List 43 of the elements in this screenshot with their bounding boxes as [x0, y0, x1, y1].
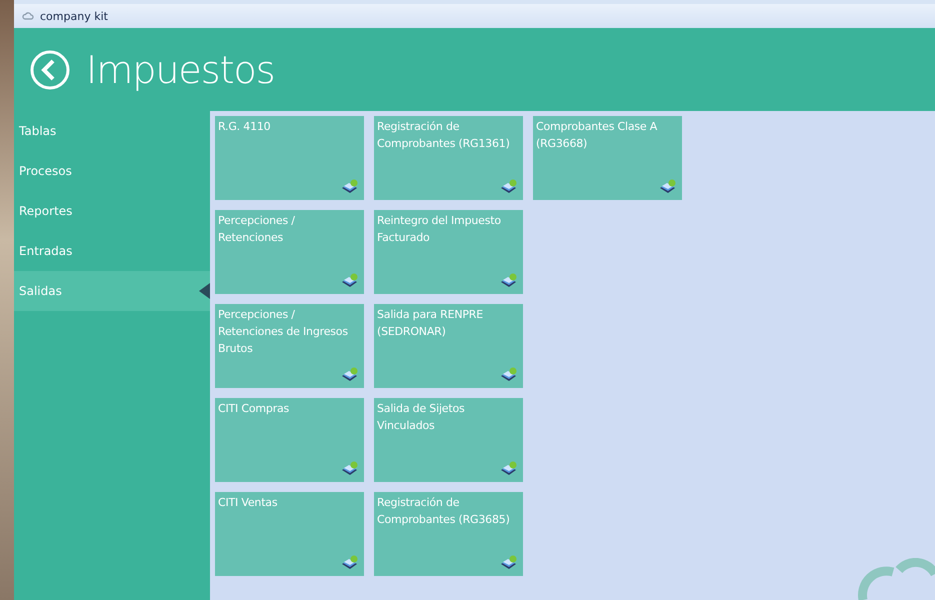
- tile-label: Reintegro del Impuesto Facturado: [377, 213, 502, 246]
- stack-icon: [341, 367, 359, 383]
- menu-tile[interactable]: Salida de Sijetos Vinculados: [374, 398, 523, 482]
- menu-tile[interactable]: Comprobantes Clase A (RG3668): [533, 116, 682, 200]
- menu-tile[interactable]: Registración de Comprobantes (RG1361): [374, 116, 523, 200]
- sidebar-item[interactable]: Entradas: [14, 231, 210, 271]
- menu-tile[interactable]: Registración de Comprobantes (RG3685): [374, 492, 523, 576]
- tile-label: CITI Ventas: [218, 495, 278, 511]
- stack-icon: [659, 179, 677, 195]
- stack-icon: [500, 461, 518, 477]
- stack-icon: [500, 367, 518, 383]
- sidebar-item[interactable]: Tablas: [14, 111, 210, 151]
- tile-label: Salida para RENPRE (SEDRONAR): [377, 307, 484, 340]
- tile-label: R.G. 4110: [218, 119, 272, 135]
- stack-icon: [341, 179, 359, 195]
- stack-icon: [341, 461, 359, 477]
- menu-tile[interactable]: CITI Compras: [215, 398, 364, 482]
- cloud-logo-icon: [855, 558, 935, 600]
- sidebar-item[interactable]: Salidas: [14, 271, 210, 311]
- sidebar-item[interactable]: Procesos: [14, 151, 210, 191]
- menu-tile[interactable]: Salida para RENPRE (SEDRONAR): [374, 304, 523, 388]
- stack-icon: [341, 273, 359, 289]
- menu-tile[interactable]: Reintegro del Impuesto Facturado: [374, 210, 523, 294]
- menu-tile[interactable]: R.G. 4110: [215, 116, 364, 200]
- sidebar-item[interactable]: Reportes: [14, 191, 210, 231]
- tile-label: Salida de Sijetos Vinculados: [377, 401, 466, 434]
- back-button[interactable]: [30, 50, 70, 90]
- window-title: company kit: [40, 10, 108, 22]
- tile-label: Comprobantes Clase A (RG3668): [536, 119, 658, 152]
- menu-tile[interactable]: Percepciones / Retenciones: [215, 210, 364, 294]
- stack-icon: [500, 179, 518, 195]
- cloud-icon: [22, 12, 34, 20]
- stack-icon: [341, 555, 359, 571]
- tile-label: Percepciones / Retenciones de Ingresos Brutos: [218, 307, 349, 357]
- page-title: Impuestos: [86, 48, 275, 92]
- tile-label: Registración de Comprobantes (RG3685): [377, 495, 511, 528]
- tile-label: Registración de Comprobantes (RG1361): [377, 119, 511, 152]
- menu-tile[interactable]: CITI Ventas: [215, 492, 364, 576]
- stack-icon: [500, 555, 518, 571]
- menu-tile[interactable]: Percepciones / Retenciones de Ingresos Brutos: [215, 304, 364, 388]
- tile-label: Percepciones / Retenciones: [218, 213, 296, 246]
- tile-label: CITI Compras: [218, 401, 290, 417]
- stack-icon: [500, 273, 518, 289]
